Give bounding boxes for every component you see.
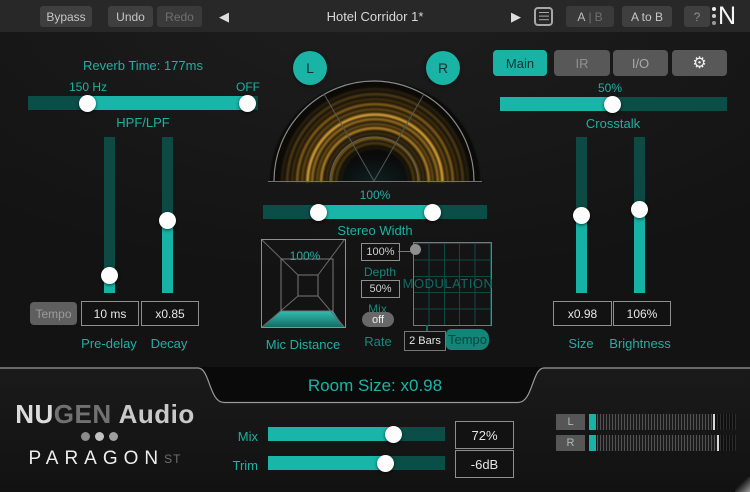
crosstalk-label: Crosstalk [513,116,713,130]
main-panel: Reverb Time: 177ms 150 Hz OFF HPF/LPF Te… [0,32,750,368]
product-paragon: PARAGON [29,448,165,470]
preset-title: Hotel Corridor 1* [275,8,475,24]
predelay-tempo-sync-button[interactable]: Tempo [30,302,77,325]
tab-main[interactable]: Main [493,50,547,76]
mod-tempo-sync-button[interactable]: Tempo [446,329,489,350]
nugen-logo: N [712,3,736,29]
trim-fill [268,456,385,470]
nugen-logo-dots [712,6,716,26]
crosstalk-value-label: 50% [580,81,640,94]
brightness-value-box[interactable]: 106% [613,301,671,326]
paragon-plugin-window: Bypass Undo Redo ◀ Hotel Corridor 1* ▶ A… [0,0,750,492]
size-handle[interactable] [573,207,590,224]
undo-button[interactable]: Undo [108,6,153,27]
size-fill [576,215,587,293]
meter-left-tag: L [556,414,585,430]
size-slider[interactable] [576,137,587,293]
menu-lines [539,12,549,14]
settings-gear-icon[interactable]: ⚙ [672,50,727,76]
crosstalk-fill [500,97,612,111]
meter-left-bar [597,414,736,430]
predelay-slider[interactable] [104,137,115,293]
predelay-value-box[interactable]: 10 ms [81,301,139,326]
stereo-width-slider[interactable] [263,205,487,219]
crosstalk-slider[interactable] [500,97,727,111]
redo-button[interactable]: Redo [157,6,202,27]
trim-slider[interactable] [268,456,445,470]
mod-rate-value-button[interactable]: off [362,312,394,327]
mod-depth-label: Depth [350,265,410,278]
mod-rate-label: Rate [350,334,406,348]
footer-panel: Room Size: x0.98 NUGENAudio PARAGONST Mi… [0,368,750,492]
trim-label: Trim [208,458,258,473]
reverb-visualizer-overlay [268,80,482,184]
bypass-button[interactable]: Bypass [40,6,92,27]
modulation-title: MODULATION [403,276,493,290]
mic-distance-value: 100% [275,249,335,262]
meter-right-bar [597,435,736,451]
brand-nu: NU [15,399,54,430]
resize-grip[interactable] [735,477,750,492]
ab-separator: | [588,10,591,24]
brand-gen: GEN [54,399,112,430]
stereo-width-right-handle[interactable] [424,204,441,221]
lpf-handle[interactable] [239,95,256,112]
hpf-lpf-fill [88,96,252,110]
hpf-lpf-slider[interactable] [28,96,258,110]
hpf-handle[interactable] [79,95,96,112]
ab-b-label: B [595,10,603,24]
stereo-width-label: Stereo Width [275,223,475,237]
mix-label: Mix [208,429,258,444]
reverb-time-readout: Reverb Time: 177ms [28,58,258,72]
dome-value-label: 100% [345,188,405,201]
brand-logo: NUGENAudio [5,399,205,429]
trim-value-box[interactable]: -6dB [455,450,514,478]
stereo-width-fill [318,205,432,219]
trim-handle[interactable] [377,455,394,472]
brightness-handle[interactable] [631,201,648,218]
crosstalk-handle[interactable] [604,96,621,113]
mic-distance-label: Mic Distance [253,337,353,351]
mix-handle[interactable] [385,426,402,443]
meter-right-tag: R [556,435,585,451]
brightness-fill [634,209,645,293]
decay-slider[interactable] [162,137,173,293]
modulation-position-dot[interactable] [410,244,421,255]
product-name: PARAGONST [5,449,205,469]
brightness-slider[interactable] [634,137,645,293]
tab-ir[interactable]: IR [554,50,610,76]
ab-a-label: A [577,10,585,24]
mod-mix-value-box[interactable]: 50% [361,280,400,298]
decay-fill [162,220,173,293]
stereo-width-left-handle[interactable] [310,204,327,221]
mix-fill [268,427,393,441]
brand-dots [81,432,118,441]
tab-io[interactable]: I/O [613,50,668,76]
hpf-lpf-label: HPF/LPF [28,115,258,129]
mix-value-box[interactable]: 72% [455,421,514,449]
top-toolbar: Bypass Undo Redo ◀ Hotel Corridor 1* ▶ A… [0,0,750,32]
mod-depth-value-box[interactable]: 100% [361,243,400,261]
brand-audio: Audio [119,399,195,430]
next-preset-icon[interactable]: ▶ [506,8,526,24]
ab-compare-button[interactable]: A | B [566,6,614,27]
mix-slider[interactable] [268,427,445,441]
decay-handle[interactable] [159,212,176,229]
hpf-value-label: 150 Hz [48,80,128,93]
nugen-logo-n: N [718,3,736,29]
size-value-box[interactable]: x0.98 [553,301,612,326]
mod-bars-value-box[interactable]: 2 Bars [404,331,446,351]
a-to-b-button[interactable]: A to B [622,6,672,27]
prev-preset-icon[interactable]: ◀ [214,8,234,24]
decay-label: Decay [129,336,209,350]
preset-menu-icon[interactable] [534,7,553,26]
product-suffix-st: ST [164,452,181,466]
predelay-handle[interactable] [101,267,118,284]
decay-value-box[interactable]: x0.85 [141,301,199,326]
brightness-label: Brightness [595,336,685,350]
room-size-readout: Room Size: x0.98 [225,375,525,397]
help-button[interactable]: ? [684,6,710,27]
